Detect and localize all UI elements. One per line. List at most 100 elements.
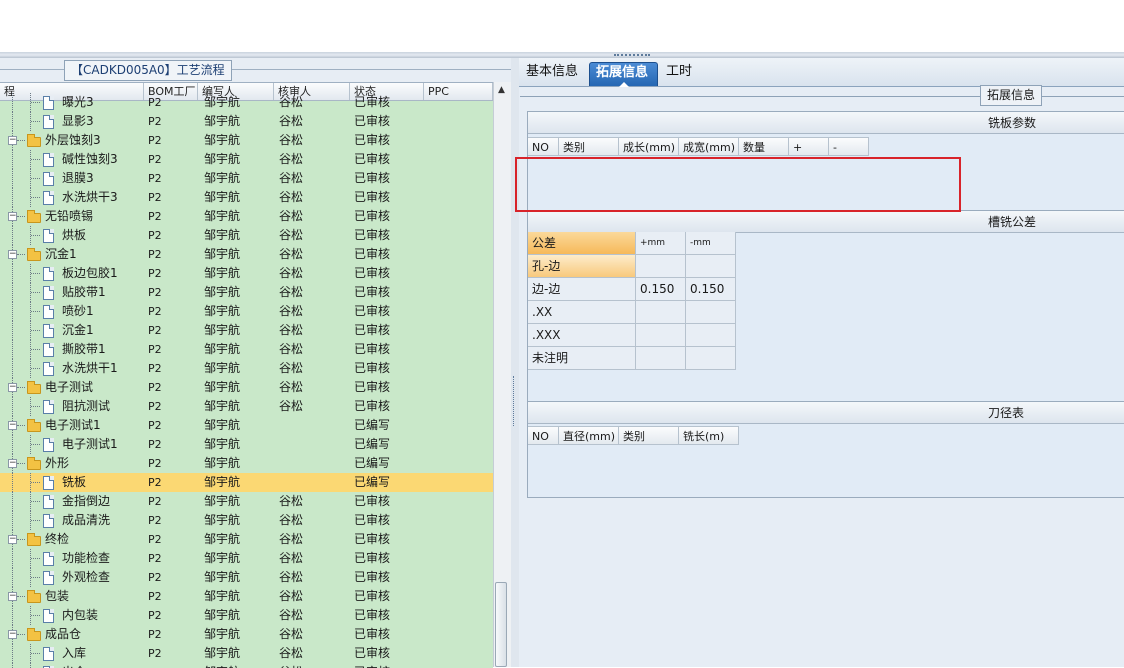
cutter-col-no[interactable]: NO [528, 426, 559, 445]
tree-item-bom: P2 [148, 533, 162, 546]
collapse-toggle-icon[interactable]: − [8, 535, 17, 544]
collapse-toggle-icon[interactable]: − [8, 592, 17, 601]
tree-item-bom: P2 [148, 229, 162, 242]
collapse-toggle-icon[interactable]: − [8, 459, 17, 468]
tree-item-bom: P2 [148, 647, 162, 660]
tree-row[interactable]: 显影3 P2 邹宇航 谷松 已审核 [0, 112, 493, 131]
document-icon [43, 571, 54, 585]
tree-row[interactable]: 阻抗测试 P2 邹宇航 谷松 已审核 [0, 397, 493, 416]
tree-row[interactable]: 水洗烘干3 P2 邹宇航 谷松 已审核 [0, 188, 493, 207]
tolerance-row-minus[interactable] [686, 347, 736, 370]
tree-row[interactable]: 曝光3 P2 邹宇航 谷松 已审核 [0, 93, 493, 112]
tolerance-row-minus[interactable] [686, 324, 736, 347]
tree-row[interactable]: 铣板 P2 邹宇航 已编写 [0, 473, 493, 492]
tree-item-name: 电子测试1 [62, 437, 118, 451]
tree-row[interactable]: 板边包胶1 P2 邹宇航 谷松 已审核 [0, 264, 493, 283]
slot-tolerance-section: 槽铣公差 公差 +mm -mm 孔-边 边-边 0.150 0.150 .XX .XXX 未… [527, 210, 1124, 402]
scroll-up-arrow-icon[interactable]: ▲ [493, 82, 510, 99]
vertical-scrollbar[interactable] [493, 82, 511, 667]
tree-item-author: 邹宇航 [204, 266, 241, 280]
tree-row[interactable]: 出仓 P2 邹宇航 谷松 已审核 [0, 663, 493, 668]
tree-row[interactable]: 功能检查 P2 邹宇航 谷松 已审核 [0, 549, 493, 568]
tree-row[interactable]: 碱性蚀刻3 P2 邹宇航 谷松 已审核 [0, 150, 493, 169]
tree-row[interactable]: 撕胶带1 P2 邹宇航 谷松 已审核 [0, 340, 493, 359]
tree-item-reviewer: 谷松 [279, 114, 304, 128]
tree-item-reviewer: 谷松 [279, 361, 304, 375]
tree-item-bom: P2 [148, 400, 162, 413]
tolerance-row-plus[interactable]: 0.150 [636, 278, 686, 301]
tree-item-status: 已审核 [354, 228, 391, 242]
collapse-toggle-icon[interactable]: − [8, 383, 17, 392]
tolerance-row-plus[interactable] [636, 324, 686, 347]
tree-row[interactable]: − 外层蚀刻3 P2 邹宇航 谷松 已审核 [0, 131, 493, 150]
tree-item-name: 铣板 [62, 475, 87, 489]
mill-col-minus[interactable]: - [829, 137, 869, 156]
active-tab-pointer-icon [619, 82, 629, 87]
tree-row[interactable]: − 沉金1 P2 邹宇航 谷松 已审核 [0, 245, 493, 264]
tree-row[interactable]: − 电子测试 P2 邹宇航 谷松 已审核 [0, 378, 493, 397]
tree-row[interactable]: − 电子测试1 P2 邹宇航 已编写 [0, 416, 493, 435]
tree-connector [12, 568, 13, 587]
tree-row[interactable]: 水洗烘干1 P2 邹宇航 谷松 已审核 [0, 359, 493, 378]
tolerance-row-plus[interactable] [636, 301, 686, 324]
tree-row[interactable]: 喷砂1 P2 邹宇航 谷松 已审核 [0, 302, 493, 321]
cutter-col-mill-length[interactable]: 铣长(m) [679, 426, 739, 445]
tree-item-status: 已编写 [354, 475, 391, 489]
collapse-toggle-icon[interactable]: − [8, 250, 17, 259]
tree-row[interactable]: − 包装 P2 邹宇航 谷松 已审核 [0, 587, 493, 606]
process-tree-grid[interactable]: 程 BOM工厂 编写人 核审人 状态 PPC 曝光3 P2 邹宇航 谷松 已审核 显影3 P… [0, 82, 493, 668]
tree-connector [31, 349, 40, 350]
collapse-toggle-icon[interactable]: − [8, 212, 17, 221]
tolerance-row-minus[interactable]: 0.150 [686, 278, 736, 301]
tree-row[interactable]: 外观检查 P2 邹宇航 谷松 已审核 [0, 568, 493, 587]
tree-row[interactable]: 金指倒边 P2 邹宇航 谷松 已审核 [0, 492, 493, 511]
tree-item-status: 已审核 [354, 247, 391, 261]
tree-connector [31, 197, 40, 198]
collapse-toggle-icon[interactable]: − [8, 136, 17, 145]
tree-row[interactable]: − 无铅喷锡 P2 邹宇航 谷松 已审核 [0, 207, 493, 226]
top-blank-area [0, 0, 1124, 52]
tree-row[interactable]: 退膜3 P2 邹宇航 谷松 已审核 [0, 169, 493, 188]
folder-icon [27, 134, 41, 147]
mill-col-width[interactable]: 成宽(mm) [679, 137, 739, 156]
tree-row[interactable]: 烘板 P2 邹宇航 谷松 已审核 [0, 226, 493, 245]
tree-row[interactable]: 内包装 P2 邹宇航 谷松 已审核 [0, 606, 493, 625]
tree-row[interactable]: − 外形 P2 邹宇航 已编写 [0, 454, 493, 473]
mill-col-plus[interactable]: + [789, 137, 829, 156]
scroll-thumb[interactable] [495, 582, 507, 667]
tree-row[interactable]: 贴胶带1 P2 邹宇航 谷松 已审核 [0, 283, 493, 302]
tree-item-reviewer: 谷松 [279, 646, 304, 660]
tree-item-status: 已审核 [354, 361, 391, 375]
tolerance-row-minus[interactable] [686, 255, 736, 278]
collapse-toggle-icon[interactable]: − [8, 630, 17, 639]
tree-item-status: 已审核 [354, 380, 391, 394]
cutter-col-diameter[interactable]: 直径(mm) [559, 426, 619, 445]
mill-col-category[interactable]: 类别 [559, 137, 619, 156]
tolerance-row-minus[interactable] [686, 301, 736, 324]
tree-row[interactable]: 成品清洗 P2 邹宇航 谷松 已审核 [0, 511, 493, 530]
tree-item-author: 邹宇航 [204, 494, 241, 508]
tree-row[interactable]: 入库 P2 邹宇航 谷松 已审核 [0, 644, 493, 663]
cutter-col-category[interactable]: 类别 [619, 426, 679, 445]
collapse-toggle-icon[interactable]: − [8, 421, 17, 430]
folder-icon [27, 419, 41, 432]
tree-connector [31, 406, 40, 407]
tree-row[interactable]: − 终检 P2 邹宇航 谷松 已审核 [0, 530, 493, 549]
tolerance-row-plus[interactable] [636, 347, 686, 370]
tree-connector [12, 473, 13, 492]
tree-item-author: 邹宇航 [204, 209, 241, 223]
tree-connector [12, 644, 13, 663]
tree-row[interactable]: 电子测试1 P2 邹宇航 已编写 [0, 435, 493, 454]
tree-item-author: 邹宇航 [204, 247, 241, 261]
tab-basic-info[interactable]: 基本信息 [520, 62, 584, 86]
mill-col-quantity[interactable]: 数量 [739, 137, 789, 156]
tolerance-row-plus[interactable] [636, 255, 686, 278]
tree-item-name: 包装 [45, 589, 70, 603]
tree-row[interactable]: − 成品仓 P2 邹宇航 谷松 已审核 [0, 625, 493, 644]
tree-item-name: 电子测试1 [45, 418, 101, 432]
mill-col-length[interactable]: 成长(mm) [619, 137, 679, 156]
tree-row[interactable]: 沉金1 P2 邹宇航 谷松 已审核 [0, 321, 493, 340]
splitter-grip-icon[interactable] [513, 376, 518, 426]
tab-work-hours[interactable]: 工时 [660, 62, 698, 86]
mill-col-no[interactable]: NO [528, 137, 559, 156]
